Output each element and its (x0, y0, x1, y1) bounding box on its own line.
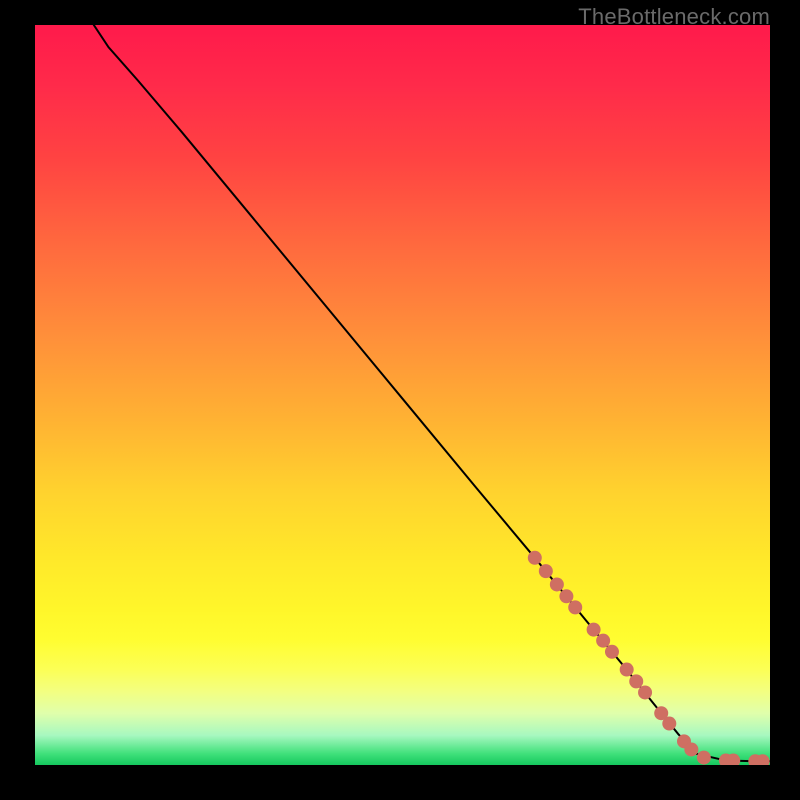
marker-dot (629, 674, 643, 688)
marker-dot (539, 564, 553, 578)
marker-dot (559, 589, 573, 603)
marker-dot (638, 685, 652, 699)
marker-dot (620, 663, 634, 677)
gradient-plot-area (35, 25, 770, 765)
marker-dot (605, 645, 619, 659)
marker-dot (528, 551, 542, 565)
marker-group (528, 551, 770, 765)
marker-dot (684, 742, 698, 756)
marker-dot (662, 717, 676, 731)
marker-dot (596, 634, 610, 648)
marker-dot (697, 751, 711, 765)
curve-layer (35, 25, 770, 765)
chart-frame: TheBottleneck.com (0, 0, 800, 800)
marker-dot (568, 600, 582, 614)
marker-dot (550, 577, 564, 591)
main-curve (94, 25, 770, 761)
marker-dot (587, 623, 601, 637)
